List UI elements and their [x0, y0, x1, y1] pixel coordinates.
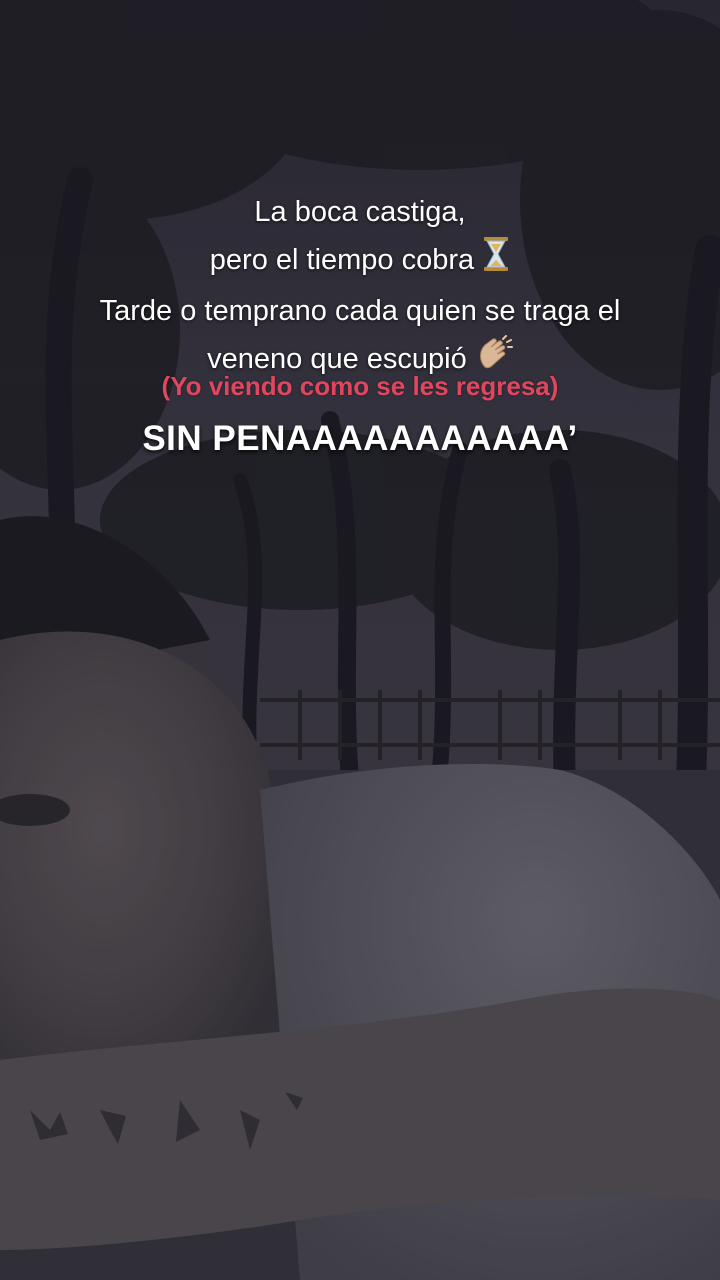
- overlay-main-text: SIN PENAAAAAAAAAAA’: [142, 419, 578, 458]
- caption-line-3-text: Tarde o temprano cada quien se traga el: [99, 295, 621, 327]
- caption-line: Tarde o temprano cada quien se traga el: [0, 287, 720, 335]
- caption-line: La boca castiga,: [0, 188, 720, 236]
- caption: La boca castiga, pero el tiempo cobra Ta…: [0, 188, 720, 386]
- hourglass-icon: [482, 236, 510, 287]
- caption-line-2-text: pero el tiempo cobra: [209, 244, 475, 277]
- caption-line-1-text: La boca castiga,: [254, 196, 466, 228]
- overlay-red-text: (Yo viendo como se les regresa): [161, 371, 559, 401]
- caption-line: pero el tiempo cobra: [0, 236, 720, 287]
